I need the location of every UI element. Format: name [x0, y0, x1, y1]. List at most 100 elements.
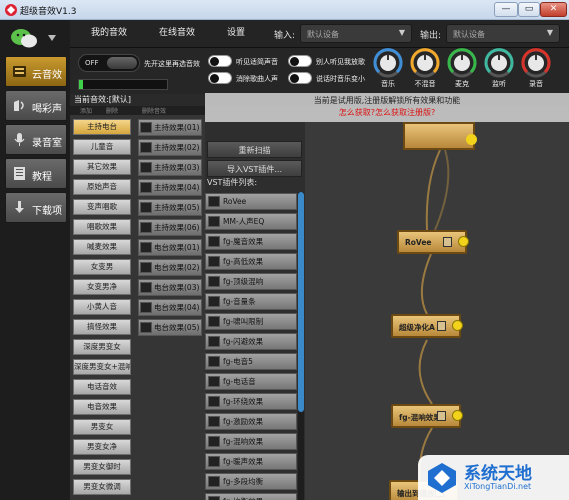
vst-plugin-item[interactable]: fg-环绕效果 [205, 393, 297, 410]
vst-plugin-item[interactable]: fg-电音5 [205, 353, 297, 370]
preset-item[interactable]: 电音效果 [73, 399, 131, 415]
close-button[interactable]: ✕ [540, 2, 567, 17]
vst-plugin-item[interactable]: fg-闪避效果 [205, 333, 297, 350]
effect-list-empty-area [136, 345, 205, 500]
status-dot-icon [452, 410, 463, 421]
tab-settings[interactable]: 设置 [214, 20, 258, 47]
option-toggle-3[interactable] [208, 72, 232, 84]
option-toggle-2[interactable] [288, 55, 312, 67]
vst-plugin-item[interactable]: fg-多段均衡 [205, 473, 297, 490]
tab-online-effects[interactable]: 在线音效 [146, 20, 208, 47]
master-power-toggle[interactable]: OFF [78, 54, 140, 72]
plugin-icon [208, 456, 220, 467]
vst-list-header: VST插件列表: [207, 178, 258, 187]
vst-plugin-item[interactable]: fg-暖声效果 [205, 453, 297, 470]
minimize-button[interactable]: — [494, 2, 518, 17]
music-volume-knob[interactable]: 音乐 [373, 48, 403, 89]
chain-node[interactable]: 超级净化A [391, 314, 463, 338]
preset-item[interactable]: 男变女净 [73, 439, 131, 455]
nav-downloads[interactable]: 下载项 [5, 192, 67, 223]
plugin-icon [208, 336, 220, 347]
effect-item[interactable]: 主持效果(01) [138, 119, 202, 136]
maximize-button[interactable]: ▭ [518, 2, 540, 17]
preset-item[interactable]: 男变女御时 [73, 459, 131, 475]
effect-item[interactable]: 电台效果(01) [138, 239, 202, 256]
register-link[interactable]: 怎么获取?怎么获取注册版? [205, 107, 569, 118]
nav-cloud-effects[interactable]: 云音效 [5, 56, 67, 87]
vst-plugin-item[interactable]: fg-电话音 [205, 373, 297, 390]
delete-effect-button[interactable]: 删除音效 [142, 106, 166, 115]
vst-plugin-item[interactable]: fg-均衡效果 [205, 493, 297, 500]
effect-item[interactable]: 主持效果(03) [138, 159, 202, 176]
preset-item[interactable]: 其它效果 [73, 159, 131, 175]
preset-item[interactable]: 唱歌效果 [73, 219, 131, 235]
no-mix-knob[interactable]: 不混音 [410, 48, 440, 89]
record-knob[interactable]: 录音 [521, 48, 551, 89]
rescan-button[interactable]: 重新扫描 [207, 141, 302, 158]
effect-item[interactable]: 主持效果(02) [138, 139, 202, 156]
wechat-icon[interactable] [8, 26, 64, 50]
plugin-icon [208, 396, 220, 407]
preset-item[interactable]: 深度男变女 [73, 339, 131, 355]
preset-item[interactable]: 深度男变女+混响 [73, 359, 131, 375]
plugin-icon [208, 276, 220, 287]
knob-dial-icon [373, 48, 403, 78]
input-device-select[interactable]: 默认设备 ▼ [300, 24, 412, 43]
effect-item[interactable]: 主持效果(04) [138, 179, 202, 196]
preset-item[interactable]: 男变女 [73, 419, 131, 435]
vst-plugin-item[interactable]: fg-顶级混响 [205, 273, 297, 290]
effect-item[interactable]: 主持效果(05) [138, 199, 202, 216]
preset-item[interactable]: 变声唱歌 [73, 199, 131, 215]
option-toggle-4[interactable] [288, 72, 312, 84]
effect-item[interactable]: 电台效果(05) [138, 319, 202, 336]
plugin-icon [140, 122, 152, 133]
preset-item[interactable]: 原始声音 [73, 179, 131, 195]
add-button[interactable]: 添加 [80, 106, 92, 115]
tab-my-effects[interactable]: 我的音效 [78, 20, 140, 47]
effect-item[interactable]: 电台效果(04) [138, 299, 202, 316]
vst-plugin-item[interactable]: fg-啸叫限制 [205, 313, 297, 330]
nav-tutorial[interactable]: 教程 [5, 158, 67, 189]
preset-item[interactable]: 儿童音 [73, 139, 131, 155]
vst-plugin-item[interactable]: MM-人声EQ [205, 213, 297, 230]
knob-dial-icon [521, 48, 551, 78]
vst-plugin-item[interactable]: fg-音量条 [205, 293, 297, 310]
vst-plugin-item[interactable]: fg-魔音效果 [205, 233, 297, 250]
vst-plugin-item[interactable]: fg-高低效果 [205, 253, 297, 270]
plugin-icon [208, 496, 220, 500]
preset-item[interactable]: 男变女微调 [73, 479, 131, 495]
plugin-icon [140, 202, 152, 213]
download-icon [15, 201, 24, 213]
preset-item[interactable]: 喊麦效果 [73, 239, 131, 255]
preset-item[interactable]: 电话音效 [73, 379, 131, 395]
chain-node[interactable]: fg-混响效果 [391, 404, 463, 428]
output-device-select[interactable]: 默认设备 ▼ [446, 24, 560, 43]
delete-button[interactable]: 删除 [106, 106, 118, 115]
effect-item[interactable]: 电台效果(03) [138, 279, 202, 296]
vst-plugin-item[interactable]: fg-激励效果 [205, 413, 297, 430]
monitor-knob[interactable]: 监听 [484, 48, 514, 89]
preset-item[interactable]: 女变男 [73, 259, 131, 275]
chain-node[interactable]: RoVee [397, 230, 469, 254]
effect-item[interactable]: 电台效果(02) [138, 259, 202, 276]
import-vst-button[interactable]: 导入VST插件... [207, 160, 302, 177]
mic-knob[interactable]: 麦克 [447, 48, 477, 89]
preset-item[interactable]: 搞怪效果 [73, 319, 131, 335]
vst-list-scrollbar[interactable] [298, 192, 304, 500]
bypass-icon [437, 321, 446, 331]
window-title: 超级音效V1.3 [20, 7, 77, 17]
preset-item[interactable]: 女变男净 [73, 279, 131, 295]
plugin-icon [208, 356, 220, 367]
input-node[interactable] [403, 122, 477, 150]
vst-plugin-item[interactable]: fg-混响效果 [205, 433, 297, 450]
preset-item[interactable]: 小黄人音 [73, 299, 131, 315]
plugin-icon [140, 242, 152, 253]
effect-item[interactable]: 主持效果(06) [138, 219, 202, 236]
preset-item[interactable]: 主持电台 [73, 119, 131, 135]
nav-recording-studio[interactable]: 录音室 [5, 124, 67, 155]
vst-plugin-item[interactable]: RoVee [205, 193, 297, 210]
output-device-label: 输出: [420, 31, 442, 41]
option-toggle-1[interactable] [208, 55, 232, 67]
nav-cheer[interactable]: 喝彩声 [5, 90, 67, 121]
preset-category-list: 主持电台儿童音其它效果原始声音变声唱歌唱歌效果喊麦效果女变男女变男净小黄人音搞怪… [70, 115, 136, 500]
